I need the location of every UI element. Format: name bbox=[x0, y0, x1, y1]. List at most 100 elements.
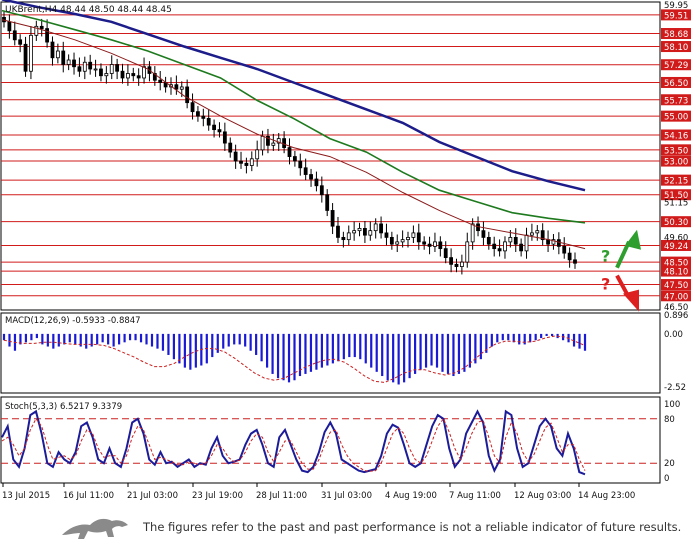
candle-body bbox=[50, 41, 55, 59]
candle-body bbox=[271, 142, 276, 146]
candle-body bbox=[524, 234, 529, 252]
candle-body bbox=[190, 102, 195, 113]
candle-body bbox=[492, 243, 497, 250]
x-axis-tick-label: 13 Jul 2015 bbox=[2, 491, 50, 501]
forecast-down-question: ? bbox=[601, 275, 610, 294]
x-axis-tick-label: 31 Jul 03:00 bbox=[321, 491, 372, 501]
candle-body bbox=[282, 138, 287, 148]
candle-body bbox=[212, 124, 216, 131]
candle-body bbox=[158, 79, 163, 83]
price-level-label: 47.00 bbox=[664, 292, 688, 302]
candle-body bbox=[325, 194, 330, 211]
x-axis-tick-label: 28 Jul 11:00 bbox=[256, 491, 307, 501]
stoch-title: Stoch(5,3,3) 6.5217 9.3379 bbox=[5, 402, 122, 412]
candle-body bbox=[287, 147, 292, 157]
candle-body bbox=[427, 243, 432, 247]
price-level-label: 52.15 bbox=[664, 177, 688, 187]
candle-body bbox=[77, 66, 82, 72]
candle-body bbox=[239, 160, 243, 164]
moving-average-line bbox=[1, 9, 586, 224]
price-axis-tick-label: 49.60 bbox=[664, 233, 688, 243]
candle-body bbox=[400, 239, 405, 243]
candle-body bbox=[443, 248, 448, 259]
candle-body bbox=[18, 39, 23, 45]
candle-body bbox=[352, 230, 357, 234]
candle-body bbox=[222, 131, 227, 144]
x-axis-tick-label: 4 Aug 19:00 bbox=[385, 491, 437, 501]
candle-body bbox=[7, 21, 12, 32]
price-axis-tick-label: 59.95 bbox=[664, 1, 688, 11]
candle-body bbox=[449, 257, 454, 265]
candle-body bbox=[125, 73, 130, 79]
candle-body bbox=[82, 61, 87, 72]
candle-body bbox=[497, 248, 502, 252]
candle-body bbox=[61, 50, 66, 65]
candle-body bbox=[23, 43, 28, 72]
moving-average-line bbox=[1, 0, 586, 192]
candle-body bbox=[406, 236, 410, 241]
candle-body bbox=[384, 232, 389, 238]
candle-body bbox=[88, 61, 93, 70]
candle-body bbox=[55, 50, 60, 59]
price-level-label: 59.51 bbox=[664, 11, 688, 21]
candle-body bbox=[573, 259, 577, 264]
x-axis-tick-label: 21 Jul 03:00 bbox=[127, 491, 178, 501]
candle-body bbox=[104, 73, 109, 77]
x-axis-tick-label: 14 Aug 23:00 bbox=[578, 491, 635, 501]
candle-body bbox=[174, 84, 179, 90]
candle-body bbox=[486, 236, 491, 245]
price-level-label: 55.00 bbox=[664, 113, 688, 123]
candle-body bbox=[233, 151, 238, 162]
macd-axis-tick-label: 0.896 bbox=[664, 311, 688, 321]
candle-body bbox=[459, 261, 464, 267]
price-level-label: 57.29 bbox=[664, 61, 688, 71]
bull-logo-icon bbox=[62, 518, 128, 539]
candle-body bbox=[341, 236, 346, 241]
price-axis-tick-label: 51.15 bbox=[664, 199, 688, 209]
x-axis-tick-label: 23 Jul 19:00 bbox=[192, 491, 243, 501]
x-axis-tick-label: 16 Jul 11:00 bbox=[63, 491, 114, 501]
candle-body bbox=[363, 228, 367, 236]
candle-body bbox=[513, 236, 518, 245]
candle-body bbox=[217, 129, 222, 133]
price-level-label: 58.10 bbox=[664, 43, 688, 53]
macd-title: MACD(12,26,9) -0.5933 -0.8847 bbox=[5, 316, 141, 326]
candle-body bbox=[292, 156, 297, 162]
candle-body bbox=[556, 239, 561, 247]
candle-body bbox=[535, 230, 540, 234]
price-level-label: 58.68 bbox=[664, 30, 688, 40]
candle-body bbox=[379, 223, 383, 234]
candle-body bbox=[422, 241, 427, 245]
candle-body bbox=[433, 241, 437, 247]
candle-body bbox=[319, 185, 324, 196]
candle-body bbox=[109, 64, 114, 74]
candle-body bbox=[546, 239, 550, 245]
macd-axis-tick-label: 0.00 bbox=[664, 330, 683, 340]
candle-body bbox=[481, 230, 486, 238]
candle-body bbox=[368, 230, 373, 236]
x-axis-tick-label: 12 Aug 03:00 bbox=[514, 491, 571, 501]
price-level-label: 55.73 bbox=[664, 96, 688, 106]
candle-body bbox=[519, 243, 524, 252]
candle-body bbox=[395, 241, 400, 245]
candle-body bbox=[29, 34, 33, 72]
stoch-main-line bbox=[1, 409, 586, 476]
stoch-axis-tick-label: 20 bbox=[664, 459, 675, 469]
candle-body bbox=[93, 68, 98, 71]
price-level-label: 48.10 bbox=[664, 268, 688, 278]
candle-body bbox=[346, 232, 351, 241]
candle-body bbox=[142, 66, 146, 79]
stoch-axis-tick-label: 80 bbox=[664, 415, 675, 425]
candle-body bbox=[255, 149, 260, 160]
candle-body bbox=[411, 232, 416, 238]
candle-body bbox=[438, 241, 443, 250]
price-level-label: 50.30 bbox=[664, 218, 688, 228]
candle-body bbox=[465, 241, 470, 263]
candle-body bbox=[503, 241, 507, 252]
candle-body bbox=[120, 70, 125, 79]
candle-body bbox=[66, 59, 71, 65]
candle-body bbox=[470, 223, 475, 243]
candle-body bbox=[136, 75, 141, 79]
candle-body bbox=[508, 236, 513, 243]
candle-body bbox=[567, 252, 572, 261]
